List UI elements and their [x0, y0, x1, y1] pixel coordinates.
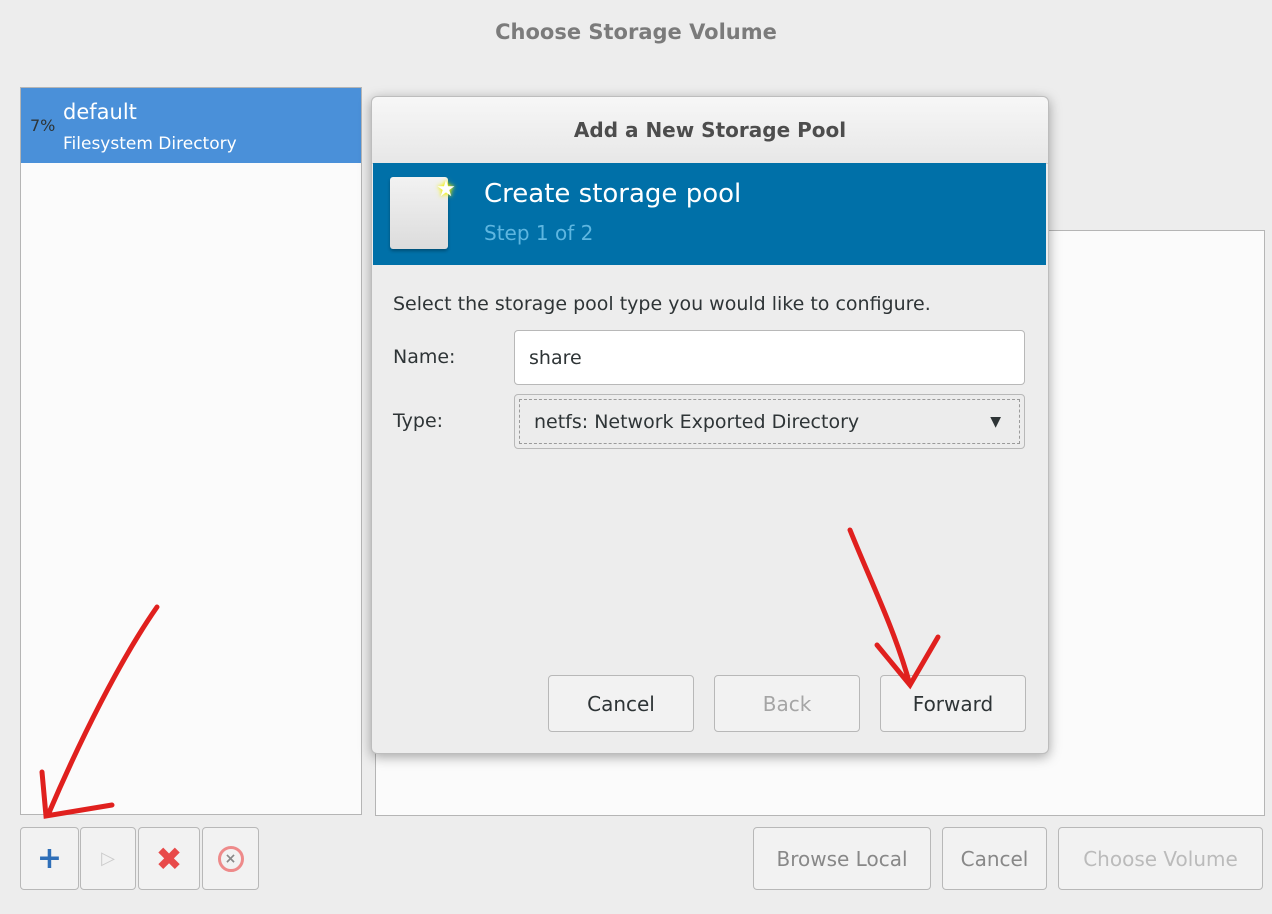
annotation-arrow-forward	[847, 527, 941, 690]
annotation-arrows	[39, 527, 941, 819]
annotation-arrow-add	[39, 604, 160, 819]
